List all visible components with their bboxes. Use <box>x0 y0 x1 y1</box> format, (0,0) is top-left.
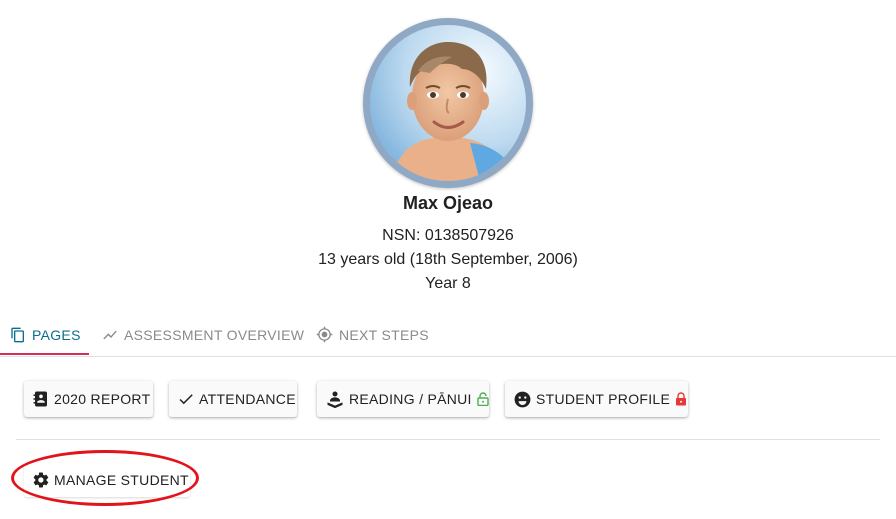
manage-student-label: MANAGE STUDENT <box>54 472 189 488</box>
crosshair-icon <box>316 326 333 343</box>
student-nsn: NSN: 0138507926 <box>382 227 514 244</box>
report-2020-label: 2020 REPORT <box>54 391 151 407</box>
active-tab-indicator <box>0 353 89 355</box>
section-divider <box>16 439 880 440</box>
student-avatar <box>363 18 533 188</box>
reading-button[interactable]: READING / PĀNUI <box>317 381 489 417</box>
copy-pages-icon <box>10 327 26 343</box>
section-tabs: PAGES ASSESSMENT OVERVIEW NEXT STEPS <box>0 314 896 357</box>
manage-student-button[interactable]: MANAGE STUDENT <box>24 463 190 497</box>
reading-label: READING / PĀNUI <box>349 391 472 407</box>
attendance-label: ATTENDANCE <box>199 391 296 407</box>
student-age: 13 years old (18th September, 2006) <box>318 251 578 268</box>
unlocked-padlock-icon <box>477 392 489 406</box>
trending-line-icon <box>102 327 118 343</box>
student-profile-label: STUDENT PROFILE <box>536 391 671 407</box>
attendance-button[interactable]: ATTENDANCE <box>169 381 297 417</box>
check-icon <box>177 390 195 408</box>
locked-padlock-icon <box>675 392 687 406</box>
tab-next-steps[interactable]: NEXT STEPS <box>316 314 429 355</box>
reader-icon <box>325 389 345 409</box>
contact-book-icon <box>32 390 50 408</box>
report-2020-button[interactable]: 2020 REPORT <box>24 381 153 417</box>
student-year: Year 8 <box>425 275 471 292</box>
student-name: Max Ojeao <box>402 193 494 213</box>
tab-pages-label: PAGES <box>32 326 81 343</box>
tab-assessment-overview[interactable]: ASSESSMENT OVERVIEW <box>102 314 304 355</box>
smiley-icon <box>513 390 532 409</box>
gear-icon <box>32 471 50 489</box>
student-profile-button[interactable]: STUDENT PROFILE <box>505 381 688 417</box>
tab-next-steps-label: NEXT STEPS <box>339 326 429 343</box>
tab-pages[interactable]: PAGES <box>10 314 89 355</box>
tab-assessment-overview-label: ASSESSMENT OVERVIEW <box>124 326 305 343</box>
